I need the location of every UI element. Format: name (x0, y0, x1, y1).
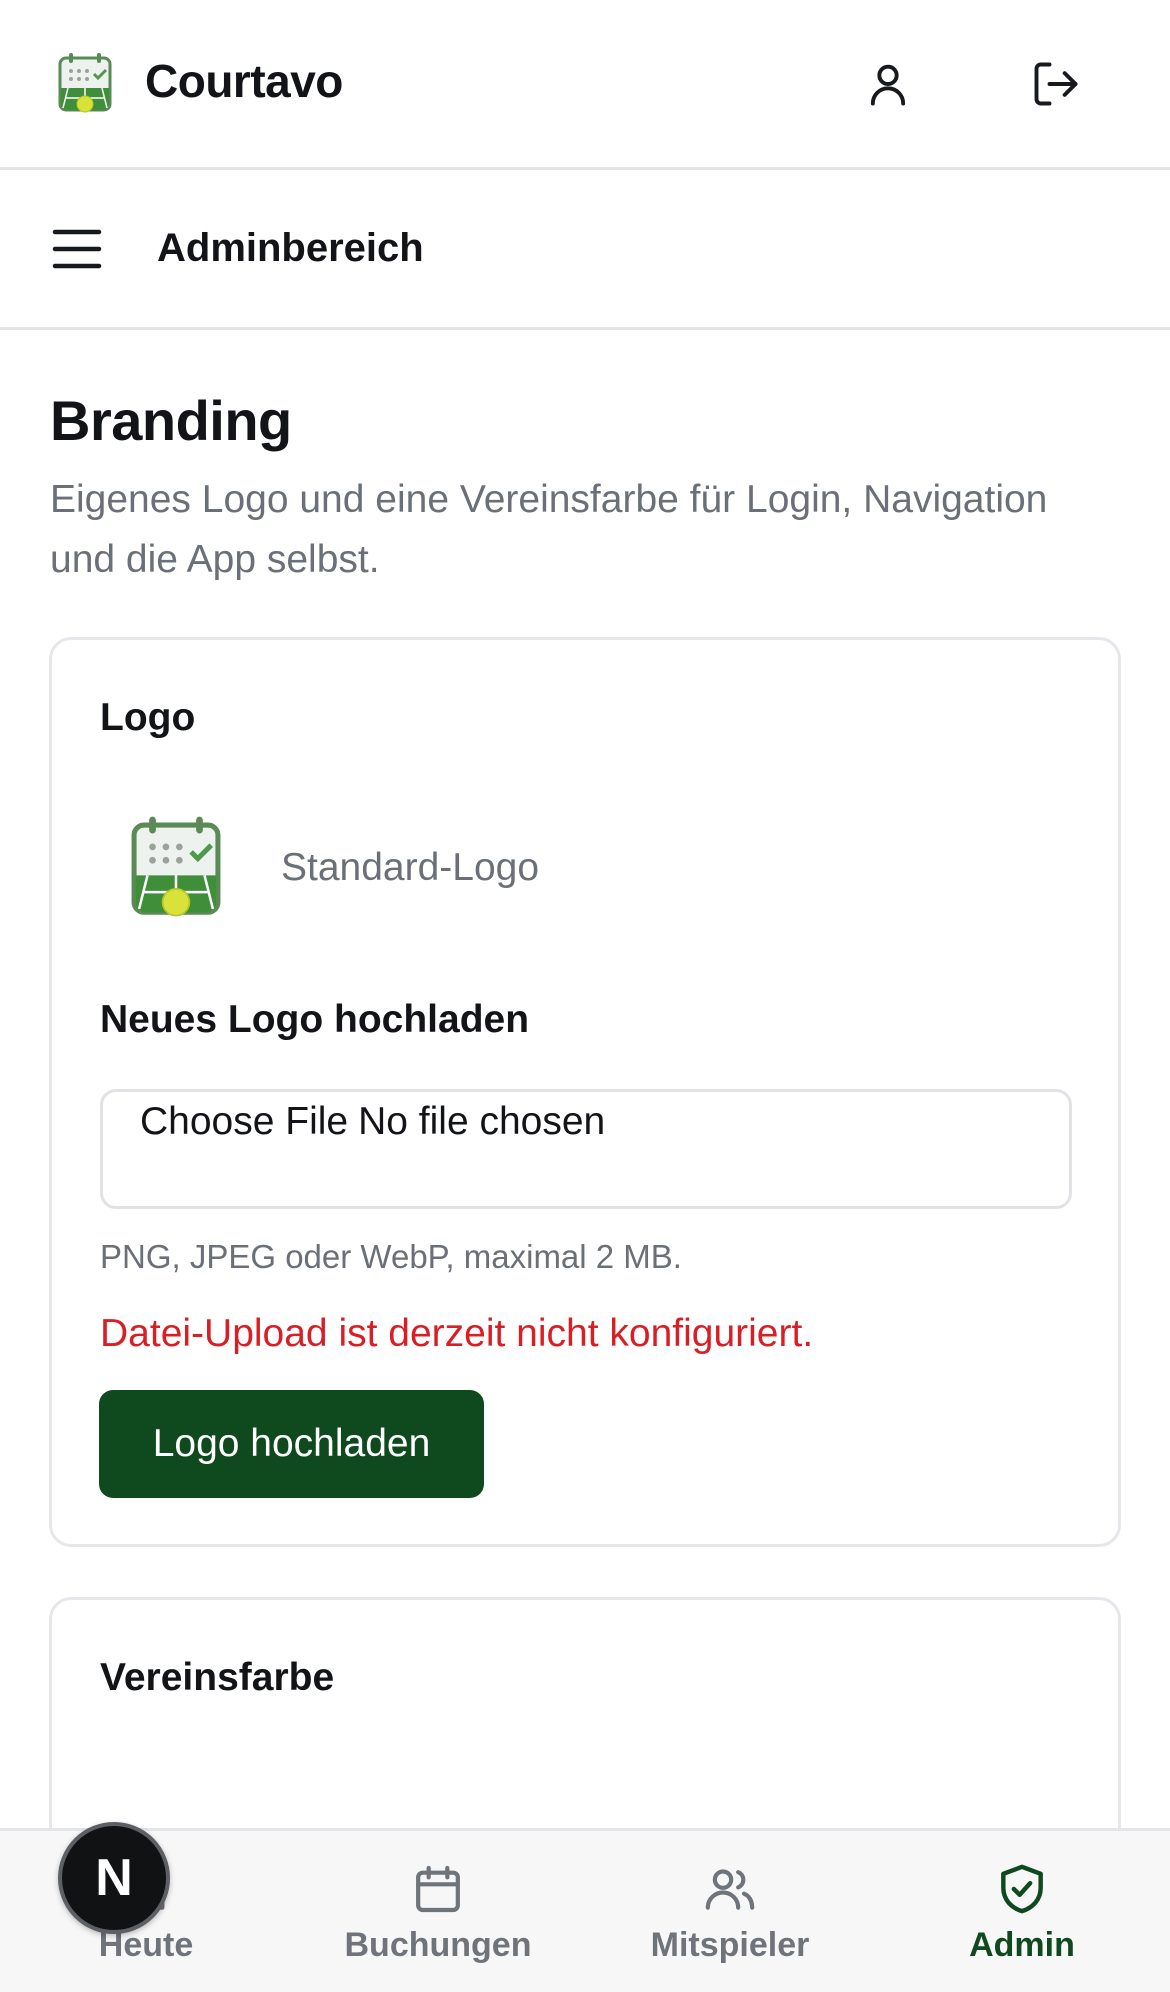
bottom-navigation: Heute Buchungen Mitspieler Admin (0, 1828, 1170, 1992)
users-icon (705, 1869, 755, 1910)
subheader-title: Adminbereich (157, 226, 424, 270)
current-logo-label: Standard-Logo (281, 846, 540, 889)
app-name[interactable]: Courtavo (145, 54, 343, 108)
shield-check-icon (1001, 1864, 1043, 1914)
page-title: Branding (50, 389, 292, 452)
upload-logo-button[interactable]: Logo hochladen (99, 1390, 484, 1498)
club-color-title: Vereinsfarbe (100, 1656, 335, 1699)
dev-indicator-badge[interactable]: N (58, 1822, 170, 1934)
logo-file-input[interactable]: Choose File No file chosen (100, 1089, 1072, 1209)
page-description: Eigenes Logo und eine Vereinsfarbe für L… (50, 478, 1048, 581)
file-input-text: Choose File No file chosen (140, 1100, 605, 1144)
logo-card: Logo Standard-Logo Neues Logo hochladen … (49, 637, 1121, 1547)
file-status: No file chosen (358, 1100, 606, 1143)
upload-error-message: Datei-Upload ist derzeit nicht konfiguri… (100, 1312, 814, 1355)
choose-file-button[interactable]: Choose File (140, 1100, 348, 1143)
hamburger-menu-icon[interactable] (52, 226, 102, 272)
nav-label-admin: Admin (969, 1926, 1075, 1964)
logo-card-title: Logo (100, 696, 196, 739)
app-root: Courtavo Adminbereich Branding Eigenes L… (0, 0, 1170, 1992)
current-logo-image (131, 816, 221, 917)
user-icon[interactable] (862, 58, 914, 110)
nav-item-admin[interactable]: Admin (876, 1831, 1168, 1992)
logout-icon[interactable] (1030, 58, 1082, 110)
app-logo-icon[interactable] (56, 52, 114, 114)
nav-item-mitspieler[interactable]: Mitspieler (584, 1831, 876, 1992)
upload-label: Neues Logo hochladen (100, 998, 530, 1041)
nav-label-buchungen: Buchungen (344, 1926, 532, 1964)
nav-item-buchungen[interactable]: Buchungen (292, 1831, 584, 1992)
admin-subheader: Adminbereich (0, 170, 1170, 330)
nav-label-mitspieler: Mitspieler (650, 1926, 810, 1964)
top-header: Courtavo (0, 0, 1170, 170)
nav-label-heute: Heute (98, 1926, 194, 1964)
file-hint: PNG, JPEG oder WebP, maximal 2 MB. (100, 1238, 682, 1275)
calendar-icon (416, 1865, 460, 1913)
